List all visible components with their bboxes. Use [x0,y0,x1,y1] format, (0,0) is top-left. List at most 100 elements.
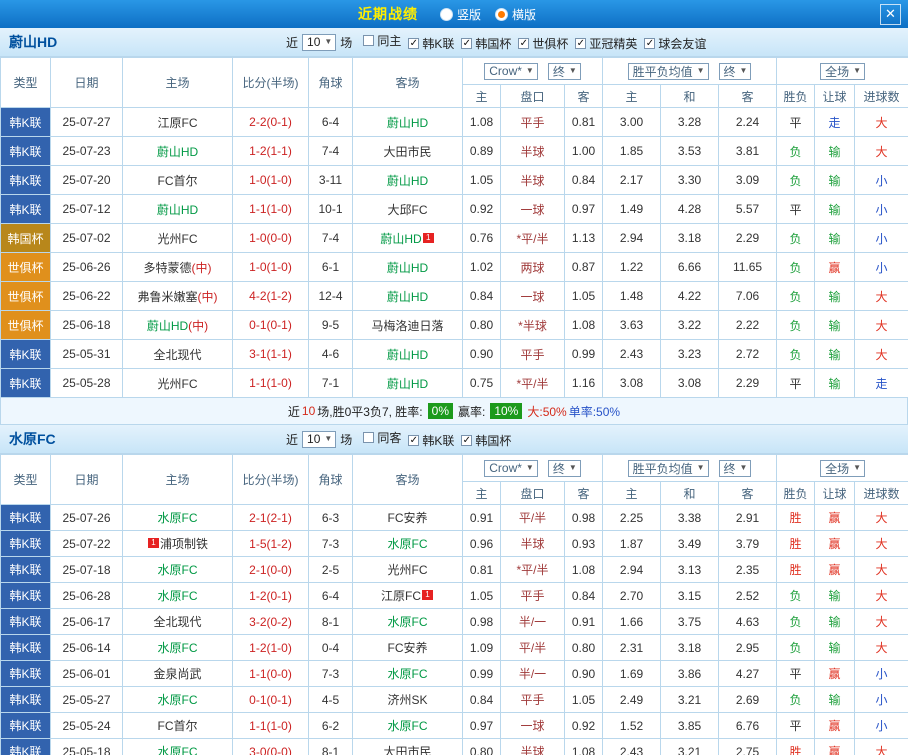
home-team-cell: 水原FC [123,557,233,583]
odds-group-header: Crow*▼ 终▼ [463,455,603,482]
score-cell: 1-2(1-1) [233,137,309,166]
away-odds-cell: 0.87 [565,253,603,282]
team-name: FC安养 [388,641,428,655]
team-name: 大田市民 [383,145,431,159]
filter-checkboxes: 同主 ✓韩K联 ✓韩国杯 ✓世俱杯 ✓亚冠精英 ✓球会友谊 [356,32,706,53]
avg-away-cell: 2.35 [719,557,777,583]
odds-final-dropdown[interactable]: 终▼ [548,460,581,477]
avg-away-cell: 4.27 [719,661,777,687]
corners-cell: 3-11 [309,166,353,195]
col-date: 日期 [51,58,123,108]
chevron-down-icon: ▼ [697,464,705,472]
avg-home-cell: 3.08 [603,369,661,398]
bookmaker-dropdown[interactable]: Crow*▼ [484,460,538,477]
avg-away-cell: 11.65 [719,253,777,282]
date-cell: 25-06-01 [51,661,123,687]
match-row: 韩K联25-06-17全北现代3-2(0-2)8-1水原FC0.98半/一0.9… [1,609,908,635]
horizontal-label: 横版 [512,6,536,23]
filter-checkbox[interactable]: ✓世俱杯 [518,35,568,52]
home-odds-cell: 0.98 [463,609,501,635]
bookmaker-dropdown[interactable]: Crow*▼ [484,63,538,80]
league-cell: 韩K联 [1,166,51,195]
avg-odds-dropdown[interactable]: 胜平负均值▼ [628,63,709,80]
score-cell: 1-1(1-0) [233,195,309,224]
col-corner: 角球 [309,58,353,108]
away-team-section: 水原FC 近 10▼ 场 同客✓韩K联✓韩国杯 类型 日期 [0,425,908,755]
filter-checkbox[interactable]: 同主 [363,32,401,49]
handicap-cell: *平/半 [501,369,565,398]
chevron-down-icon: ▼ [526,464,534,472]
avg-home-cell: 1.48 [603,282,661,311]
avg-draw-cell: 3.18 [661,635,719,661]
away-team-cell: 蔚山HD [353,282,463,311]
home-team-cell: FC首尔 [123,166,233,195]
corners-cell: 9-5 [309,311,353,340]
handicap-cell: *平/半 [501,224,565,253]
match-count-dropdown[interactable]: 10▼ [302,34,336,51]
home-team-cell: 1浦项制铁 [123,531,233,557]
score-cell: 1-1(1-0) [233,713,309,739]
corners-cell: 6-2 [309,713,353,739]
filter-checkbox[interactable]: ✓亚冠精英 [575,35,637,52]
match-count-dropdown[interactable]: 10▼ [302,431,336,448]
goals-result-cell: 大 [855,609,908,635]
window-title: 近期战绩 [358,4,418,24]
neutral-ground-tag: (中) [192,261,212,275]
away-odds-cell: 1.05 [565,687,603,713]
close-icon[interactable]: ✕ [880,4,901,25]
team-name: 水原FC [388,667,428,681]
wdl-result-cell: 负 [777,340,815,369]
checkbox-icon: ✓ [408,435,419,446]
scope-dropdown[interactable]: 全场▼ [820,63,865,80]
corners-cell: 7-4 [309,137,353,166]
chevron-down-icon: ▼ [853,67,861,75]
team-name: 光州FC [158,377,198,391]
goals-result-cell: 大 [855,340,908,369]
avg-draw-cell: 3.30 [661,166,719,195]
checkbox-label: 同主 [377,32,401,49]
team-name: 蔚山HD [387,174,428,188]
avg-odds-dropdown[interactable]: 胜平负均值▼ [628,460,709,477]
col-type: 类型 [1,455,51,505]
team-name: 浦项制铁 [160,537,208,551]
filter-checkbox[interactable]: ✓球会友谊 [644,35,706,52]
avg-home-cell: 1.87 [603,531,661,557]
handicap-cell: 平/半 [501,505,565,531]
odds-final-dropdown[interactable]: 终▼ [548,63,581,80]
handicap-result-cell: 赢 [815,661,855,687]
avg-final-dropdown[interactable]: 终▼ [719,63,752,80]
handicap-cell: 平手 [501,583,565,609]
away-team-cell: 蔚山HD [353,253,463,282]
goals-result-cell: 小 [855,661,908,687]
corners-cell: 6-1 [309,253,353,282]
league-cell: 韩K联 [1,687,51,713]
radio-selected-icon [495,8,508,21]
col-goals: 进球数 [855,482,908,505]
col-wdl: 胜负 [777,85,815,108]
avg-away-cell: 3.79 [719,531,777,557]
red-card-badge: 1 [422,590,433,600]
wdl-result-cell: 负 [777,253,815,282]
filter-checkbox[interactable]: ✓韩国杯 [461,35,511,52]
wdl-result-cell: 负 [777,166,815,195]
score-cell: 1-0(1-0) [233,166,309,195]
filter-checkbox[interactable]: ✓韩K联 [408,432,454,449]
filter-checkbox[interactable]: ✓韩国杯 [461,432,511,449]
handicap-result-cell: 输 [815,137,855,166]
rate-badge: 0% [428,403,453,419]
avg-final-dropdown[interactable]: 终▼ [719,460,752,477]
layout-vertical-option[interactable]: 竖版 [440,6,481,23]
col-home: 主场 [123,455,233,505]
avg-away-cell: 5.57 [719,195,777,224]
avg-away-cell: 2.91 [719,505,777,531]
chevron-down-icon: ▼ [740,464,748,472]
avg-home-cell: 1.52 [603,713,661,739]
away-team-cell: 水原FC [353,531,463,557]
home-odds-cell: 0.89 [463,137,501,166]
wdl-result-cell: 负 [777,609,815,635]
scope-dropdown[interactable]: 全场▼ [820,460,865,477]
filter-checkbox[interactable]: 同客 [363,429,401,446]
score-cell: 4-2(1-2) [233,282,309,311]
filter-checkbox[interactable]: ✓韩K联 [408,35,454,52]
layout-horizontal-option[interactable]: 横版 [495,6,536,23]
